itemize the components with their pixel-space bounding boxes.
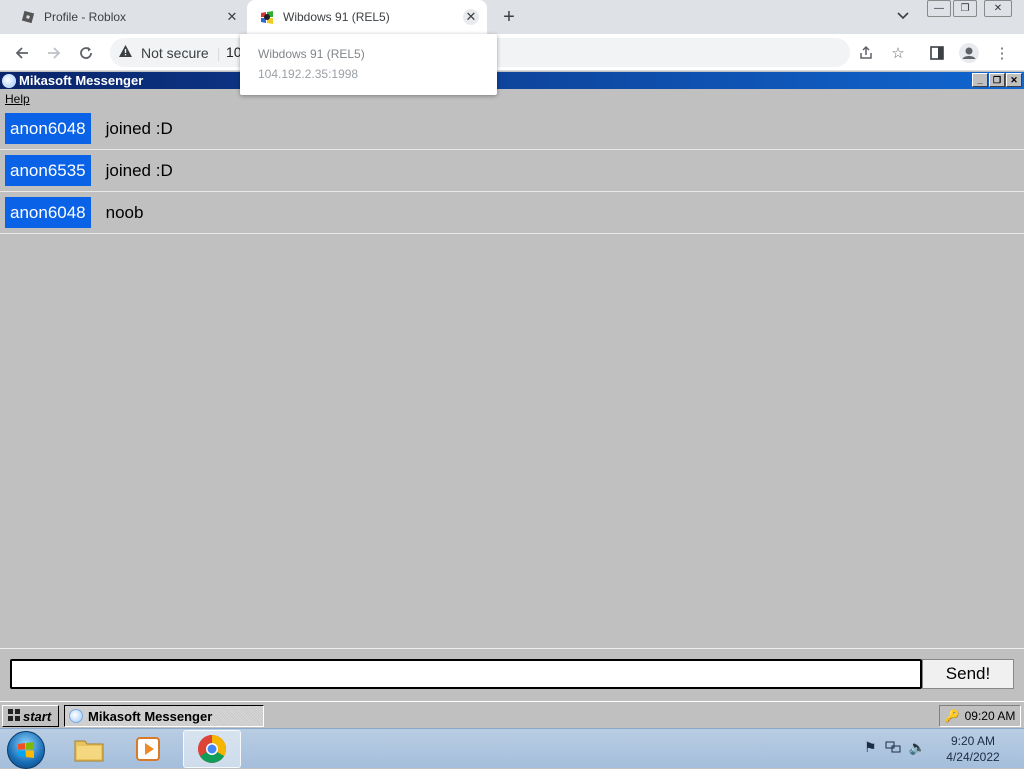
w91-taskbar: start Mikasoft Messenger 🔑 09:20 AM	[0, 701, 1024, 728]
message-row: anon6048 noob	[0, 192, 1024, 234]
security-chip[interactable]: Not secure |	[118, 44, 220, 61]
username-badge[interactable]: anon6048	[5, 197, 91, 228]
close-tab-icon[interactable]: ✕	[224, 9, 240, 25]
start-logo-icon	[7, 708, 21, 725]
browser-toolbar: Not secure | 10 ☆ ⋮	[0, 34, 1024, 71]
taskbar-window-button[interactable]: Mikasoft Messenger	[64, 705, 264, 727]
menu-bar: Help	[0, 89, 1024, 108]
close-window-button[interactable]: ✕	[984, 0, 1012, 17]
message-text: joined :D	[105, 160, 173, 180]
forward-button[interactable]	[43, 42, 65, 64]
os-clock[interactable]: 9:20 AM 4/24/2022	[936, 733, 1010, 765]
side-panel-icon[interactable]	[926, 42, 948, 64]
taskbar-window-label: Mikasoft Messenger	[88, 708, 213, 724]
message-row: anon6535 joined :D	[0, 150, 1024, 192]
os-time: 9:20 AM	[950, 734, 996, 748]
roblox-icon	[20, 9, 36, 25]
window-titlebar[interactable]: Mikasoft Messenger _ ❐ ✕	[0, 72, 1024, 89]
minimize-button[interactable]: _	[972, 73, 988, 87]
back-button[interactable]	[11, 42, 33, 64]
chrome-icon[interactable]	[183, 730, 241, 768]
tab-wibdows91[interactable]: Wibdows 91 (REL5) ✕	[247, 0, 487, 34]
explorer-folder-icon[interactable]	[60, 730, 118, 768]
maximize-button[interactable]: ❐	[989, 73, 1005, 87]
send-button[interactable]: Send!	[922, 659, 1014, 689]
new-tab-button[interactable]: +	[498, 6, 520, 28]
system-tray: ⚑ 🔈	[864, 739, 926, 758]
message-row: anon6048 joined :D	[0, 108, 1024, 150]
tab-roblox-profile[interactable]: Profile - Roblox ✕	[0, 0, 246, 34]
reload-button[interactable]	[75, 42, 97, 64]
message-text: noob	[105, 202, 144, 222]
windows91-icon	[259, 9, 275, 25]
separator: |	[216, 44, 221, 61]
key-icon: 🔑	[944, 709, 960, 723]
windows-start-orb-icon[interactable]	[7, 731, 45, 769]
minimize-window-button[interactable]: —	[927, 0, 951, 17]
action-center-flag-icon[interactable]: ⚑	[864, 739, 877, 758]
network-icon[interactable]	[885, 739, 901, 758]
volume-icon[interactable]: 🔈	[909, 739, 926, 758]
w91-tray: 🔑 09:20 AM	[939, 705, 1021, 727]
security-label: Not secure	[141, 44, 209, 61]
tab-hover-card: Wibdows 91 (REL5) 104.192.2.35:1998	[240, 34, 497, 95]
start-button[interactable]: start	[2, 705, 59, 727]
os-taskbar: ⚑ 🔈 9:20 AM 4/24/2022	[0, 728, 1024, 769]
warning-icon	[118, 44, 133, 61]
message-input[interactable]	[10, 659, 922, 689]
share-icon[interactable]	[855, 42, 877, 64]
message-list: anon6048 joined :D anon6535 joined :D an…	[0, 108, 1024, 648]
message-text: joined :D	[105, 118, 173, 138]
tab-title: Wibdows 91 (REL5)	[283, 10, 390, 24]
messenger-icon	[69, 709, 83, 723]
close-tab-icon[interactable]: ✕	[463, 9, 479, 25]
username-badge[interactable]: anon6535	[5, 155, 91, 186]
bookmark-star-icon[interactable]: ☆	[887, 42, 909, 64]
restore-window-button[interactable]: ❐	[953, 0, 977, 17]
media-player-icon[interactable]	[120, 730, 178, 768]
messenger-icon	[2, 73, 16, 88]
close-button[interactable]: ✕	[1006, 73, 1022, 87]
start-label: start	[23, 708, 52, 724]
username-badge[interactable]: anon6048	[5, 113, 91, 144]
hover-card-url: 104.192.2.35:1998	[258, 67, 359, 81]
tab-title: Profile - Roblox	[44, 10, 127, 24]
tab-search-chevron-icon[interactable]	[896, 8, 914, 26]
os-date: 4/24/2022	[946, 750, 1000, 764]
hover-card-title: Wibdows 91 (REL5)	[258, 47, 365, 61]
w91-clock: 09:20 AM	[964, 709, 1016, 723]
window-title: Mikasoft Messenger	[19, 73, 144, 88]
menu-kebab-icon[interactable]: ⋮	[991, 42, 1013, 64]
browser-tab-strip: Profile - Roblox ✕ Wibdows 91 (REL5) ✕ +…	[0, 0, 1024, 34]
profile-avatar-icon[interactable]	[958, 42, 980, 64]
compose-area: Send!	[0, 648, 1024, 700]
menu-item-help[interactable]: Help	[5, 92, 30, 106]
